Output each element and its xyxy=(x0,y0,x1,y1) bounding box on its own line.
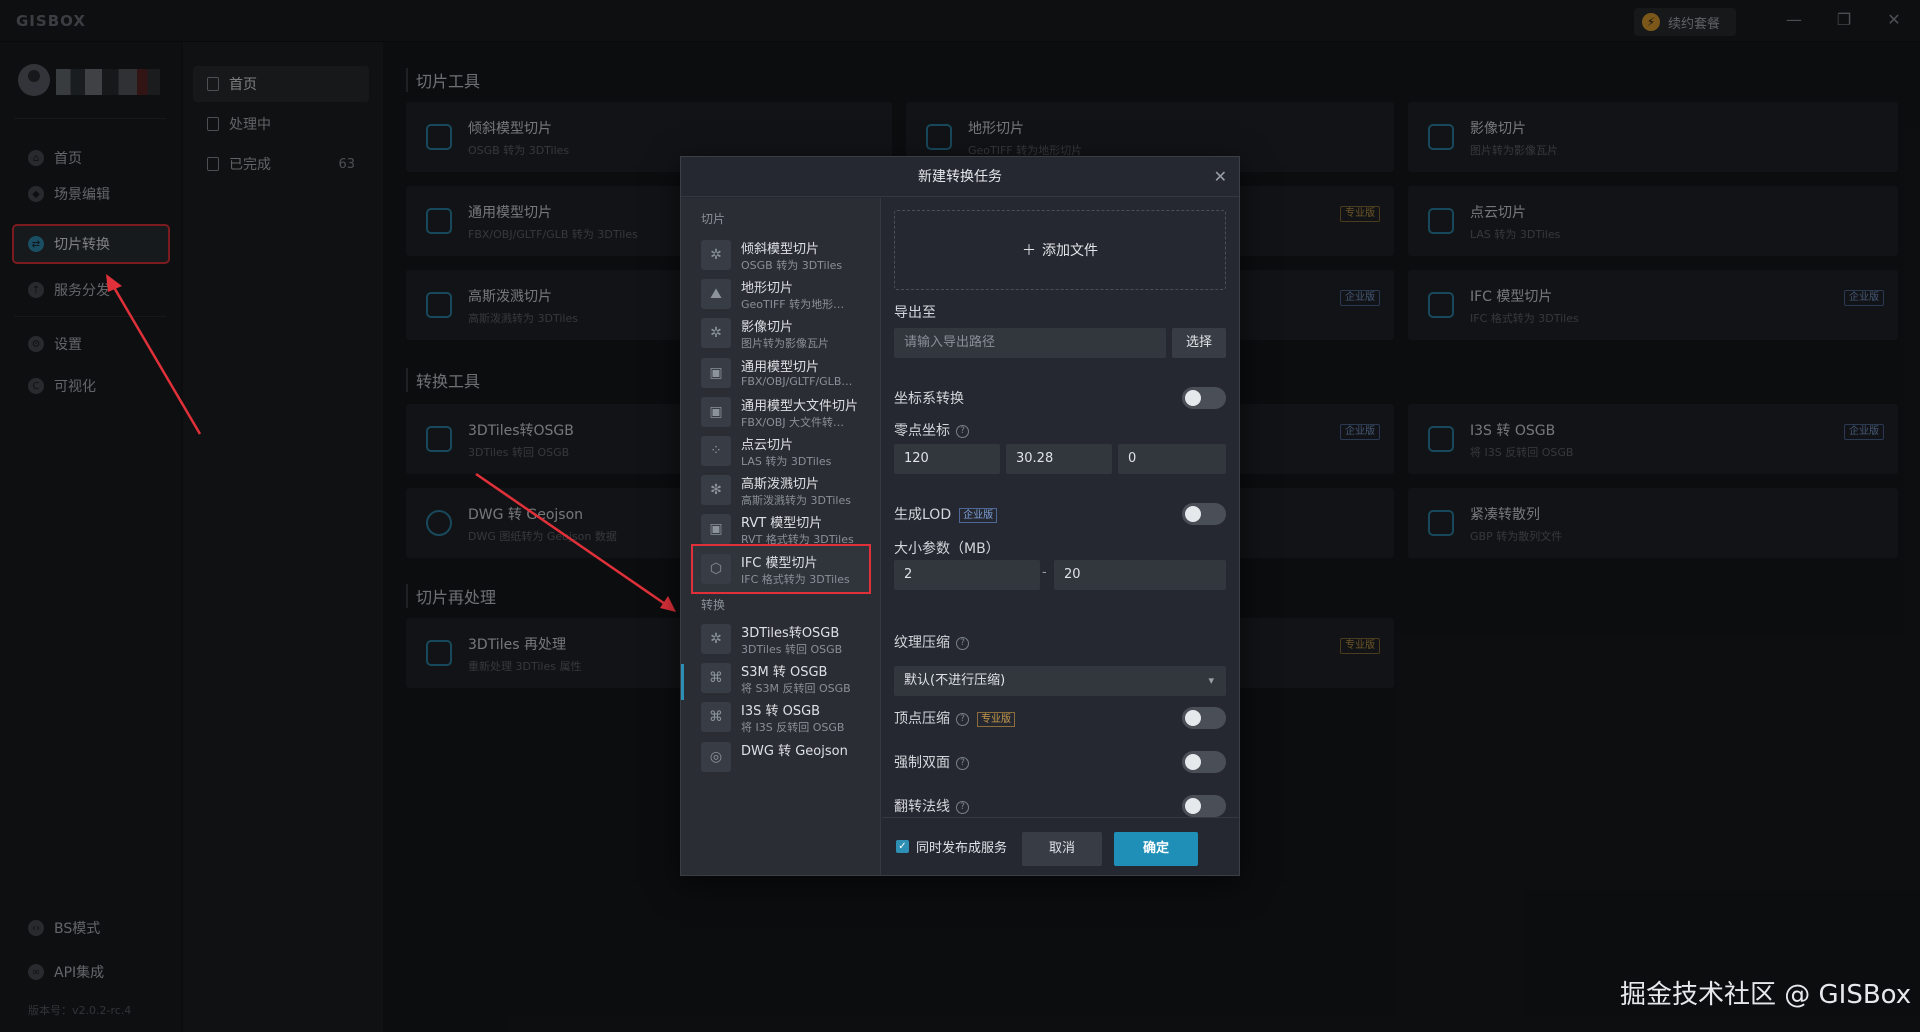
double-side-label: 强制双面 xyxy=(894,755,950,771)
dwg-icon: ◎ xyxy=(701,741,731,772)
flip-normal-label: 翻转法线 xyxy=(894,799,950,815)
task-type-title: 高斯泼溅切片 xyxy=(741,477,820,493)
help-icon[interactable]: ? xyxy=(956,712,969,726)
tilt-model-icon: ✲ xyxy=(701,240,731,270)
dialog-footer: ✓ 同时发布成服务 取消 确定 xyxy=(882,817,1239,875)
chevron-down-icon: ▾ xyxy=(1208,674,1214,687)
pro-badge: 专业版 xyxy=(977,711,1015,727)
watermark: 掘金技术社区 @ GISBox xyxy=(1620,980,1912,1010)
zero-y-input[interactable]: 30.28 xyxy=(1006,444,1112,474)
size-param-label: 大小参数（MB） xyxy=(894,541,1000,557)
rvt-icon: ▣ xyxy=(701,514,731,545)
cancel-button[interactable]: 取消 xyxy=(1022,832,1102,866)
image-tile-icon: ✲ xyxy=(701,318,731,349)
group-label-convert: 转换 xyxy=(701,598,726,612)
task-type-title: 影像切片 xyxy=(741,320,794,336)
new-task-dialog: 新建转换任务 ✕ 切片 ✲ 倾斜模型切片 OSGB 转为 3DTiles ⛰ 地形切片 G… xyxy=(680,156,1240,876)
zero-z-input[interactable]: 0 xyxy=(1118,444,1226,474)
task-type-title: 通用模型切片 xyxy=(741,359,820,375)
help-icon[interactable]: ? xyxy=(956,424,969,438)
zero-point-row: 零点坐标? xyxy=(894,420,969,440)
double-side-row: 强制双面? xyxy=(894,752,969,772)
task-type-title: IFC 模型切片 xyxy=(741,555,818,571)
task-type-title: 倾斜模型切片 xyxy=(741,242,820,257)
zero-point-label: 零点坐标 xyxy=(894,423,950,439)
add-file-label: 添加文件 xyxy=(1042,243,1098,259)
convert-type-title: I3S 转 OSGB xyxy=(741,704,821,720)
convert-type-title: DWG 转 Geojson xyxy=(741,743,848,759)
s3m-icon: ⌘ xyxy=(701,663,731,694)
ifc-model-icon: ⬡ xyxy=(701,553,731,584)
coord-transform-toggle[interactable] xyxy=(1182,387,1226,409)
task-type-subtitle: IFC 格式转为 3DTiles xyxy=(741,572,850,586)
enterprise-badge: 企业版 xyxy=(959,507,998,523)
selection-indicator xyxy=(681,664,684,700)
texture-row: 纹理压缩? xyxy=(894,632,969,652)
point-cloud-icon: ⁘ xyxy=(701,436,731,466)
gen-lod-toggle[interactable] xyxy=(1182,503,1226,525)
group-label-slice: 切片 xyxy=(701,212,726,226)
vertex-label: 顶点压缩 xyxy=(894,711,950,727)
confirm-button[interactable]: 确定 xyxy=(1114,832,1198,866)
double-side-toggle[interactable] xyxy=(1182,751,1226,773)
close-icon[interactable]: ✕ xyxy=(1214,157,1227,197)
coord-transform-label: 坐标系转换 xyxy=(894,391,964,407)
terrain-icon: ⛰ xyxy=(701,279,731,310)
publish-checkbox[interactable]: ✓ xyxy=(896,840,909,853)
task-type-item[interactable]: ⬡ IFC 模型切片 IFC 格式转为 3DTiles xyxy=(691,543,871,594)
box-icon: ▣ xyxy=(701,396,731,427)
convert-icon: ✲ xyxy=(701,624,731,654)
gen-lod-row: 生成LOD 企业版 xyxy=(894,504,998,524)
convert-type-title: 3DTiles转OSGB xyxy=(741,626,840,641)
box-icon: ▣ xyxy=(701,357,731,388)
task-form: ＋ 添加文件 导出至 请输入导出路径 选择 坐标系转换 零点坐标? 120 30… xyxy=(882,198,1239,875)
zero-x-input[interactable]: 120 xyxy=(894,444,1000,474)
plus-icon: ＋ xyxy=(1022,243,1036,259)
task-type-title: RVT 模型切片 xyxy=(741,516,823,532)
task-type-title: 地形切片 xyxy=(741,281,794,297)
vertex-compress-toggle[interactable] xyxy=(1182,707,1226,729)
export-label: 导出至 xyxy=(894,305,936,321)
flip-normal-toggle[interactable] xyxy=(1182,795,1226,817)
add-file-dropzone[interactable]: ＋ 添加文件 xyxy=(894,210,1226,290)
task-type-list: 切片 ✲ 倾斜模型切片 OSGB 转为 3DTiles ⛰ 地形切片 GeoTIFF 转为… xyxy=(681,198,881,875)
texture-select-value: 默认(不进行压缩) xyxy=(904,673,1006,688)
size-max-input[interactable]: 20 xyxy=(1054,560,1226,590)
choose-path-button[interactable]: 选择 xyxy=(1172,328,1226,358)
gaussian-splat-icon: ✻ xyxy=(701,475,731,506)
dialog-title: 新建转换任务 xyxy=(918,169,1002,185)
convert-type-title: S3M 转 OSGB xyxy=(741,665,828,681)
publish-label: 同时发布成服务 xyxy=(916,841,1008,856)
gen-lod-label: 生成LOD xyxy=(894,507,952,523)
convert-type-item[interactable]: ◎ DWG 转 Geojson xyxy=(693,734,869,780)
size-min-input[interactable]: 2 xyxy=(894,560,1040,590)
export-path-input[interactable]: 请输入导出路径 xyxy=(894,328,1166,358)
task-type-title: 点云切片 xyxy=(741,438,794,453)
i3s-icon: ⌘ xyxy=(701,702,731,733)
help-icon[interactable]: ? xyxy=(956,756,969,770)
range-dash: - xyxy=(1042,565,1047,580)
dialog-header: 新建转换任务 ✕ xyxy=(681,157,1239,197)
help-icon[interactable]: ? xyxy=(956,636,969,650)
texture-compress-select[interactable]: 默认(不进行压缩) ▾ xyxy=(894,666,1226,696)
texture-label: 纹理压缩 xyxy=(894,635,950,651)
task-type-title: 通用模型大文件切片 xyxy=(741,398,859,414)
task-type-subtitle: FBX/OBJ/GLTF/GLB… xyxy=(741,374,853,388)
flip-normal-row: 翻转法线? xyxy=(894,796,969,816)
help-icon[interactable]: ? xyxy=(956,800,969,814)
vertex-row: 顶点压缩? 专业版 xyxy=(894,708,1015,728)
